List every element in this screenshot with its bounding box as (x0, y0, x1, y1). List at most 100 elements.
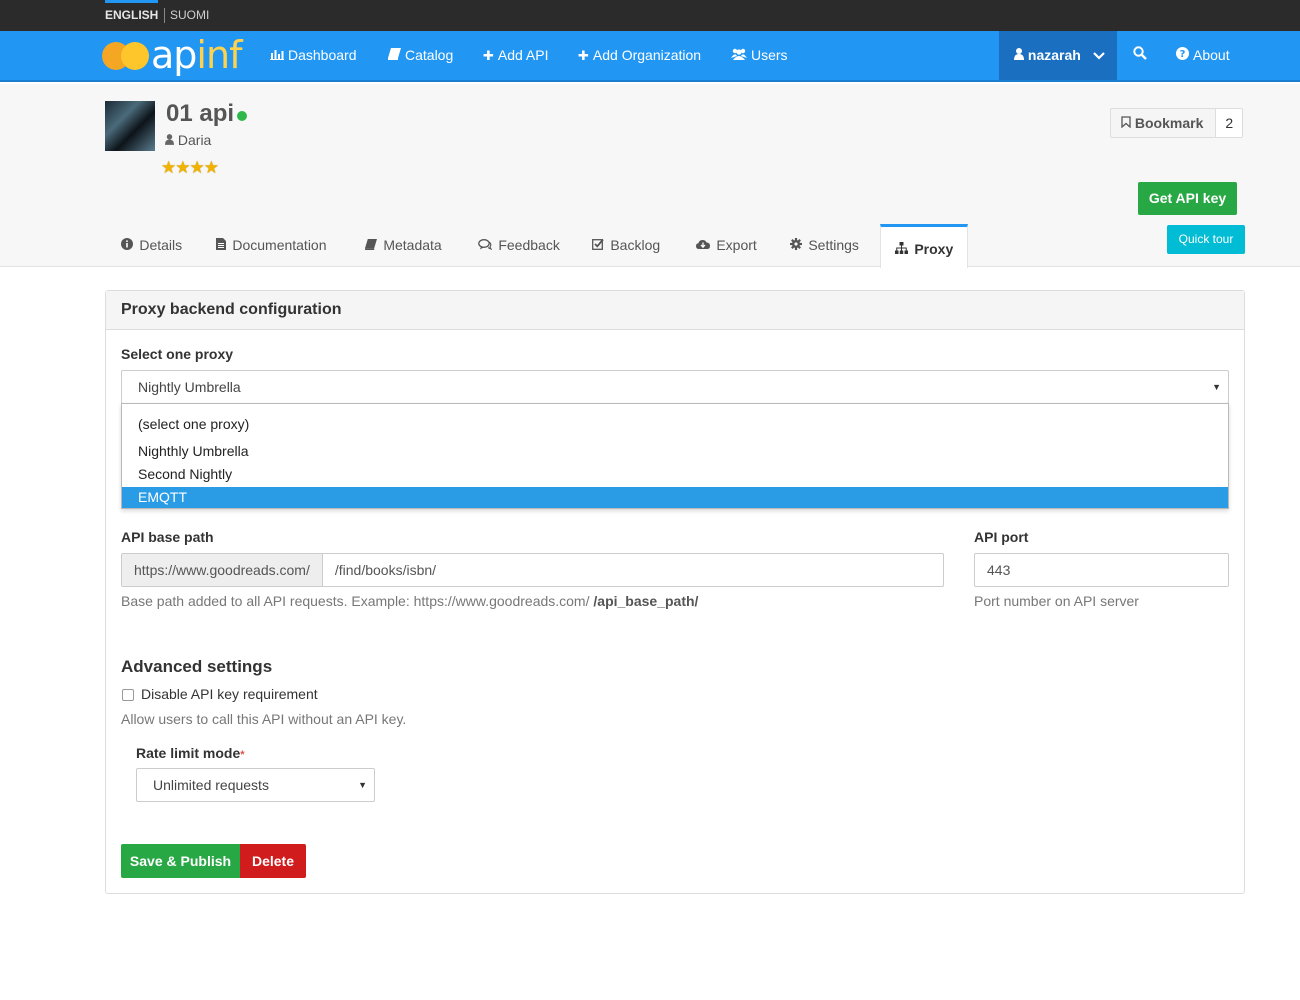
logo-circle-right (121, 42, 149, 70)
nav-users[interactable]: Users (731, 31, 788, 80)
tab-proxy-label: Proxy (914, 241, 954, 257)
book-icon (365, 239, 380, 253)
api-status-indicator (237, 111, 247, 121)
api-header: 01 api Daria ★★★★ Bookmark 2 Get API key… (0, 84, 1300, 268)
proxy-dropdown-list: (select one proxy) Nighthly Umbrella Sec… (121, 403, 1229, 509)
bar-chart-icon (270, 31, 284, 80)
bookmark-label: Bookmark (1134, 115, 1204, 131)
tab-proxy[interactable]: Proxy (880, 224, 969, 268)
tab-settings-label: Settings (808, 237, 859, 253)
base-path-prefix: https://www.goodreads.com/ (122, 554, 323, 586)
proxy-option[interactable]: Second Nightly (122, 464, 1228, 485)
tab-details[interactable]: Details (121, 234, 182, 267)
main-navbar: apinf Dashboard Catalog ✚ Add API ✚ Add Or… (0, 31, 1300, 82)
port-label: API port (974, 529, 1029, 545)
tab-feedback[interactable]: Feedback (478, 234, 560, 267)
advanced-settings-heading: Advanced settings (121, 657, 273, 676)
rate-limit-label: Rate limit mode* (136, 745, 245, 761)
chevron-down-icon (1092, 32, 1105, 81)
user-icon (1014, 47, 1028, 63)
disable-key-checkbox[interactable] (122, 689, 134, 701)
select-proxy-label: Select one proxy (121, 346, 234, 362)
api-title: 01 api (166, 100, 235, 127)
disable-key-help: Allow users to call this API without an … (121, 711, 407, 727)
tab-metadata-label: Metadata (383, 237, 442, 253)
delete-button[interactable]: Delete (240, 844, 306, 878)
proxy-select[interactable]: Nightly Umbrella ▼ (121, 370, 1229, 404)
rate-limit-select[interactable]: Unlimited requests ▼ (136, 768, 375, 802)
proxy-select-value: Nightly Umbrella (138, 379, 241, 395)
search-button[interactable] (1133, 31, 1147, 80)
nav-add-api-label: Add API (497, 47, 549, 63)
caret-down-icon: ▼ (1212, 382, 1221, 392)
caret-down-icon: ▼ (358, 780, 367, 790)
base-path-input[interactable]: /find/books/isbn/ (323, 554, 448, 586)
nav-dashboard[interactable]: Dashboard (270, 31, 357, 80)
nav-catalog-label: Catalog (405, 47, 454, 63)
nav-dashboard-label: Dashboard (288, 47, 357, 63)
nav-about-label: About (1193, 47, 1230, 63)
tab-export[interactable]: Export (696, 234, 757, 267)
api-author: Daria (165, 132, 211, 148)
proxy-config-panel: Proxy backend configuration Select one p… (105, 290, 1245, 894)
tab-feedback-label: Feedback (498, 237, 560, 253)
user-icon (165, 132, 178, 148)
check-square-icon (592, 238, 607, 253)
nav-add-organization-label: Add Organization (592, 47, 702, 63)
proxy-option[interactable]: Nighthly Umbrella (122, 441, 1228, 462)
bookmark-count: 2 (1216, 109, 1243, 137)
quick-tour-button[interactable]: Quick tour (1167, 225, 1245, 254)
svg-text:?: ? (1180, 49, 1186, 60)
api-thumbnail (105, 101, 155, 151)
user-menu-toggle[interactable]: nazarah (999, 31, 1117, 80)
base-path-help-text: Base path added to all API requests. Exa… (121, 593, 594, 609)
lang-divider (164, 8, 165, 23)
lang-english-link[interactable]: ENGLISH (105, 0, 159, 31)
nav-users-label: Users (751, 47, 788, 63)
plus-icon: ✚ (578, 48, 589, 63)
logo-wordmark: apinf (151, 33, 242, 77)
nav-about[interactable]: ? About (1176, 31, 1230, 80)
disable-key-label[interactable]: Disable API key requirement (141, 686, 318, 702)
users-icon (731, 31, 747, 80)
nav-add-api[interactable]: ✚ Add API (483, 31, 549, 80)
proxy-option-selected[interactable]: EMQTT (122, 487, 1228, 508)
user-menu-label: nazarah (1027, 47, 1081, 63)
file-text-icon (216, 238, 229, 253)
tab-documentation[interactable]: Documentation (216, 234, 327, 267)
port-help: Port number on API server (974, 593, 1139, 609)
gear-icon (790, 238, 805, 253)
nav-add-organization[interactable]: ✚ Add Organization (578, 31, 701, 80)
plus-icon: ✚ (483, 48, 494, 63)
rating-stars[interactable]: ★★★★ (161, 158, 219, 178)
tab-settings[interactable]: Settings (790, 234, 859, 267)
tab-documentation-label: Documentation (232, 237, 327, 253)
tab-backlog-label: Backlog (610, 237, 661, 253)
port-input[interactable]: 443 (974, 553, 1229, 587)
proxy-option[interactable]: (select one proxy) (122, 414, 1228, 435)
language-bar: ENGLISH SUOMI (0, 0, 1300, 31)
get-api-key-button[interactable]: Get API key (1138, 182, 1237, 215)
search-icon (1133, 46, 1147, 63)
api-author-name: Daria (177, 132, 212, 148)
question-circle-icon: ? (1176, 31, 1189, 80)
panel-heading: Proxy backend configuration (106, 291, 1244, 330)
apinf-logo[interactable]: apinf (102, 33, 244, 77)
bookmark-button-group: Bookmark 2 (1110, 108, 1244, 138)
tab-metadata[interactable]: Metadata (365, 234, 442, 267)
base-path-help-example: /api_base_path/ (593, 593, 699, 609)
bookmark-button[interactable]: Bookmark (1111, 109, 1217, 137)
bookmark-icon (1121, 115, 1135, 131)
book-icon (388, 31, 401, 80)
sitemap-icon (895, 242, 911, 257)
cloud-download-icon (696, 239, 713, 253)
base-path-input-group: https://www.goodreads.com/ /find/books/i… (121, 553, 944, 587)
base-path-label: API base path (121, 529, 214, 545)
save-publish-button[interactable]: Save & Publish (121, 844, 240, 878)
rate-limit-value: Unlimited requests (153, 777, 269, 793)
rate-limit-label-text: Rate limit mode (136, 745, 241, 761)
lang-suomi-link[interactable]: SUOMI (170, 0, 209, 31)
required-marker: * (240, 749, 245, 761)
nav-catalog[interactable]: Catalog (388, 31, 453, 80)
tab-backlog[interactable]: Backlog (592, 234, 660, 267)
